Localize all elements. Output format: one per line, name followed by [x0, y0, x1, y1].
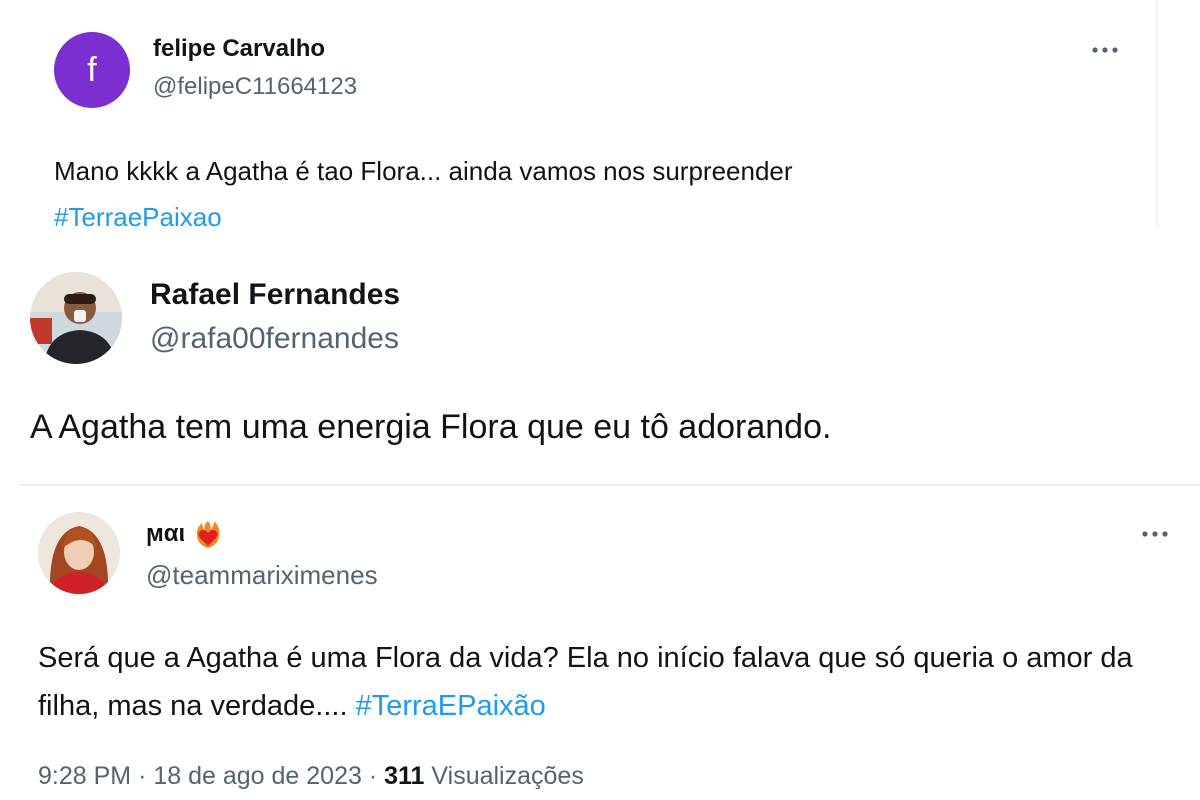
user-handle[interactable]: @teammariximenes [146, 560, 378, 591]
meta-separator: · [368, 762, 378, 790]
user-handle[interactable]: @felipeC11664123 [153, 73, 357, 101]
user-photo-avatar[interactable] [30, 272, 122, 364]
tweet-text-content: Será que a Agatha é uma Flora da vida? E… [38, 642, 1133, 722]
hashtag-link[interactable]: #TerraEPaixão [356, 690, 546, 722]
more-horizontal-icon[interactable] [1088, 38, 1122, 62]
heart-on-fire-emoji-icon [197, 521, 220, 548]
tweet-date[interactable]: 18 de ago de 2023 [153, 762, 362, 790]
display-name[interactable]: ϻαι [146, 520, 185, 548]
tweet-time[interactable]: 9:28 PM [38, 762, 131, 790]
avatar[interactable]: f [54, 32, 130, 108]
tweet-metadata: 9:28 PM · 18 de ago de 2023 · 311 Visual… [38, 762, 584, 791]
tweet-felipe[interactable]: f felipe Carvalho @felipeC11664123 Mano … [0, 0, 1158, 232]
tweet-text: Mano kkkk a Agatha é tao Flora... ainda … [54, 148, 1134, 240]
tweet-rafael[interactable]: Rafael Fernandes @rafa00fernandes A Agat… [0, 228, 1200, 484]
more-horizontal-icon[interactable] [1138, 522, 1172, 546]
display-name[interactable]: felipe Carvalho [153, 35, 325, 63]
tweet-mai[interactable]: ϻαι @teammariximenes Será que a Agatha é… [0, 486, 1200, 800]
user-handle[interactable]: @rafa00fernandes [150, 322, 399, 356]
tweet-text-content: Mano kkkk a Agatha é tao Flora... ainda … [54, 156, 793, 186]
avatar-photo-icon [30, 272, 122, 364]
views-count: 311 [384, 762, 425, 790]
avatar-letter: f [87, 51, 97, 89]
avatar-photo-icon [38, 512, 120, 594]
display-name[interactable]: Rafael Fernandes [150, 278, 400, 312]
meta-separator: · [138, 762, 147, 790]
user-photo-avatar[interactable] [38, 512, 120, 594]
tweet-border [1156, 0, 1158, 228]
tweet-text: Será que a Agatha é uma Flora da vida? E… [38, 634, 1178, 730]
views-label: Visualizações [431, 762, 584, 790]
name-row: ϻαι [146, 519, 223, 549]
tweet-text: A Agatha tem uma energia Flora que eu tô… [30, 408, 832, 446]
